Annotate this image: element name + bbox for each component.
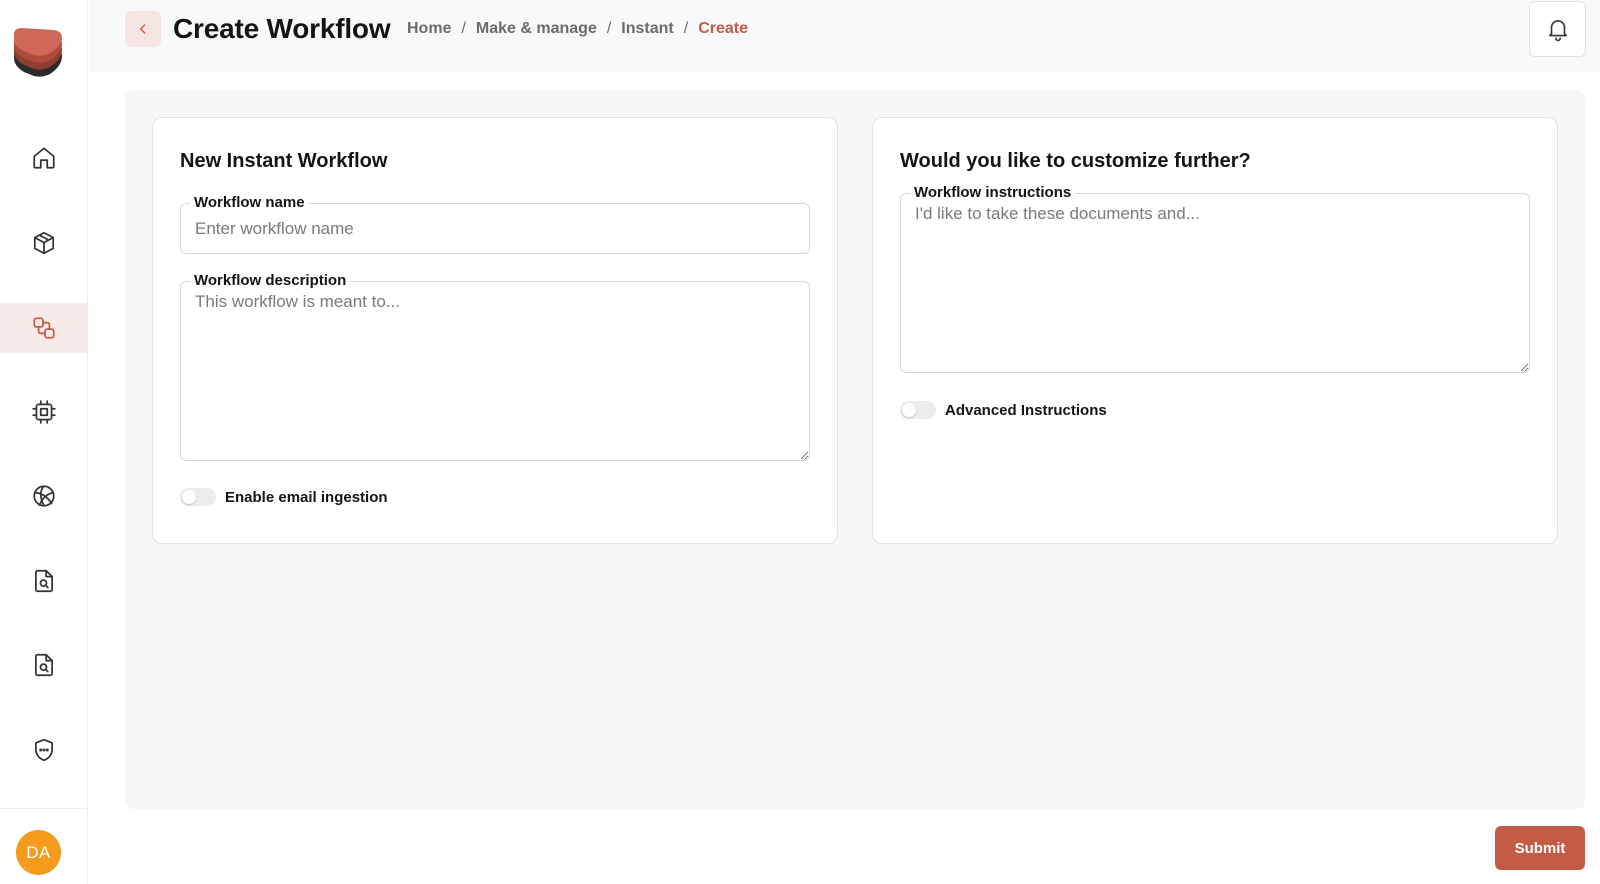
card-title: Would you like to customize further? — [900, 150, 1251, 172]
workflow-description-label: Workflow description — [190, 272, 351, 290]
breadcrumb: Home / Make & manage / Instant / Create — [407, 18, 748, 40]
file-search-icon — [35, 569, 53, 593]
workflow-instructions-label: Workflow instructions — [910, 184, 1076, 202]
email-ingestion-label: Enable email ingestion — [225, 488, 388, 506]
workflow-description-box — [180, 281, 810, 461]
sidebar-item-documents[interactable] — [0, 556, 88, 606]
shield-icon — [35, 738, 53, 762]
breadcrumb-current: Create — [698, 20, 749, 37]
card-title: New Instant Workflow — [180, 150, 388, 172]
page-header: Create Workflow Home / Make & manage / I… — [89, 0, 1600, 72]
globe-icon — [33, 485, 55, 507]
workflow-name-field: Workflow name — [180, 194, 810, 254]
breadcrumb-home[interactable]: Home — [407, 18, 451, 40]
back-button[interactable] — [125, 11, 161, 47]
workflow-icon — [33, 317, 55, 339]
file-search-icon — [35, 653, 53, 677]
workflow-description-input[interactable] — [181, 282, 809, 460]
app-logo[interactable] — [10, 26, 66, 82]
sidebar-item-explore[interactable] — [0, 471, 88, 521]
customize-card: Would you like to customize further? Wor… — [872, 117, 1558, 544]
advanced-instructions-label: Advanced Instructions — [945, 401, 1107, 419]
sidebar-item-workflows[interactable] — [0, 303, 88, 353]
email-ingestion-toggle-row: Enable email ingestion — [180, 488, 388, 506]
sidebar-item-home[interactable] — [0, 133, 88, 183]
chevron-left-icon — [140, 24, 146, 34]
breadcrumb-separator: / — [461, 20, 466, 37]
submit-button[interactable]: Submit — [1495, 826, 1585, 870]
toggle-knob — [902, 403, 916, 417]
advanced-instructions-toggle[interactable] — [900, 401, 936, 419]
home-icon — [33, 147, 55, 169]
new-workflow-card: New Instant Workflow Workflow name Workf… — [152, 117, 838, 544]
sidebar-item-models[interactable] — [0, 387, 88, 437]
breadcrumb-instant[interactable]: Instant — [621, 18, 673, 40]
workflow-name-label: Workflow name — [190, 194, 309, 212]
sidebar-item-packages[interactable] — [0, 218, 88, 268]
email-ingestion-toggle[interactable] — [180, 488, 216, 506]
breadcrumb-separator: / — [683, 20, 689, 37]
notifications-button[interactable] — [1529, 1, 1586, 57]
sidebar-item-security[interactable] — [0, 725, 88, 775]
breadcrumb-separator: / — [606, 20, 612, 37]
box-icon — [33, 231, 55, 255]
main-content: New Instant Workflow Workflow name Workf… — [125, 90, 1585, 809]
sidebar-item-reviews[interactable] — [0, 640, 88, 690]
advanced-instructions-toggle-row: Advanced Instructions — [900, 401, 1107, 419]
workflow-description-field: Workflow description — [180, 272, 810, 461]
user-avatar[interactable]: DA — [16, 830, 61, 875]
workflow-instructions-input[interactable] — [901, 194, 1529, 372]
sidebar-divider — [0, 808, 88, 809]
workflow-instructions-box — [900, 193, 1530, 373]
breadcrumb-make-manage[interactable]: Make & manage — [476, 18, 597, 40]
page-title: Create Workflow — [173, 13, 391, 44]
cpu-icon — [32, 400, 56, 424]
workflow-instructions-field: Workflow instructions — [900, 184, 1530, 373]
bell-icon — [1548, 20, 1567, 42]
sidebar: DA — [0, 0, 88, 884]
toggle-knob — [182, 490, 196, 504]
